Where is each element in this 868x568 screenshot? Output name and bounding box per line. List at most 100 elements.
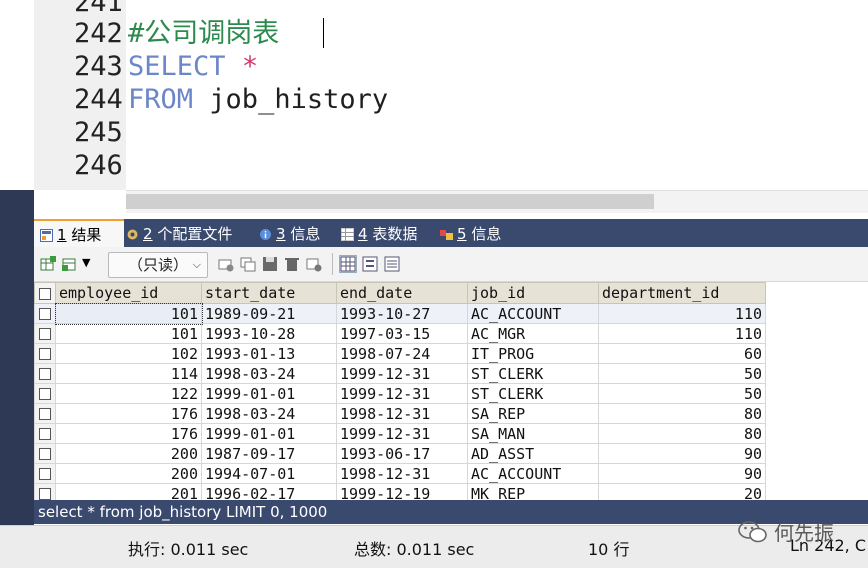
table-cell[interactable]: 114 — [55, 363, 202, 384]
column-header[interactable]: end_date — [336, 282, 468, 304]
row-checkbox[interactable] — [34, 403, 56, 424]
table-cell[interactable]: 1998-12-31 — [336, 463, 468, 484]
table-cell[interactable]: 90 — [598, 463, 766, 484]
column-header[interactable]: job_id — [467, 282, 599, 304]
table-row[interactable]: 200 1987-09-17 1993-06-17 AD_ASST 90 — [34, 443, 766, 464]
table-cell[interactable]: 90 — [598, 443, 766, 464]
checkbox-icon — [39, 328, 51, 340]
table-cell[interactable]: 101 — [54, 302, 203, 325]
table-row[interactable]: 101 1993-10-28 1997-03-15 AC_MGR 110 — [34, 323, 766, 344]
readonly-dropdown[interactable]: （只读） ⌵ — [108, 252, 208, 278]
editor-horizontal-scrollbar[interactable] — [126, 190, 868, 213]
table-cell[interactable]: 1999-12-31 — [336, 383, 468, 404]
delete-icon[interactable] — [284, 256, 300, 272]
table-cell[interactable]: 102 — [55, 343, 202, 364]
text-view-icon[interactable] — [384, 256, 400, 272]
table-row[interactable]: 201 1996-02-17 1999-12-19 MK_REP 20 — [34, 483, 766, 500]
row-checkbox[interactable] — [34, 343, 56, 364]
table-cell[interactable]: 1999-01-01 — [201, 423, 337, 444]
row-checkbox[interactable] — [34, 303, 56, 324]
cancel-changes-icon[interactable] — [306, 256, 322, 272]
table-cell[interactable]: 1999-01-01 — [201, 383, 337, 404]
table-cell[interactable]: AC_ACCOUNT — [467, 463, 599, 484]
tab-info[interactable]: 5 信息 — [440, 221, 501, 247]
table-cell[interactable]: IT_PROG — [467, 343, 599, 364]
table-cell[interactable]: 122 — [55, 383, 202, 404]
column-header[interactable]: start_date — [201, 282, 337, 304]
table-row[interactable]: 114 1998-03-24 1999-12-31 ST_CLERK 50 — [34, 363, 766, 384]
table-cell[interactable]: ST_CLERK — [467, 363, 599, 384]
table-cell[interactable]: 176 — [55, 403, 202, 424]
column-header[interactable]: department_id — [598, 282, 766, 304]
form-view-icon[interactable] — [362, 256, 378, 272]
table-cell[interactable]: 1989-09-21 — [201, 303, 337, 324]
table-cell[interactable]: 200 — [55, 463, 202, 484]
table-cell[interactable]: 1993-10-27 — [336, 303, 468, 324]
table-cell[interactable]: 1998-12-31 — [336, 403, 468, 424]
table-cell[interactable]: 20 — [598, 483, 766, 500]
table-cell[interactable]: 1999-12-31 — [336, 363, 468, 384]
table-cell[interactable]: 101 — [55, 323, 202, 344]
table-cell[interactable]: ST_CLERK — [467, 383, 599, 404]
table-cell[interactable]: SA_REP — [467, 403, 599, 424]
table-cell[interactable]: 50 — [598, 383, 766, 404]
insert-row-icon[interactable] — [218, 256, 234, 272]
table-cell[interactable]: 1998-07-24 — [336, 343, 468, 364]
table-cell[interactable]: 60 — [598, 343, 766, 364]
table-cell[interactable]: 1998-03-24 — [201, 403, 337, 424]
table-cell[interactable]: 80 — [598, 423, 766, 444]
table-cell[interactable]: AC_ACCOUNT — [467, 303, 599, 324]
duplicate-row-icon[interactable] — [240, 256, 256, 272]
save-icon[interactable] — [262, 256, 278, 272]
chevron-down-icon[interactable]: ▼ — [82, 256, 90, 269]
table-cell[interactable]: 1997-03-15 — [336, 323, 468, 344]
table-cell[interactable]: 110 — [598, 303, 766, 324]
table-cell[interactable]: 1993-06-17 — [336, 443, 468, 464]
row-checkbox[interactable] — [34, 363, 56, 384]
table-row[interactable]: 122 1999-01-01 1999-12-31 ST_CLERK 50 — [34, 383, 766, 404]
tab-messages[interactable]: 3 信息 — [259, 221, 320, 247]
table-row[interactable]: 176 1998-03-24 1998-12-31 SA_REP 80 — [34, 403, 766, 424]
table-cell[interactable]: 1996-02-17 — [201, 483, 337, 500]
table-cell[interactable]: 50 — [598, 363, 766, 384]
scrollbar-thumb[interactable] — [126, 194, 654, 209]
table-cell[interactable]: 201 — [55, 483, 202, 500]
info-colored-icon — [440, 230, 453, 240]
table-cell[interactable]: SA_MAN — [467, 423, 599, 444]
table-row[interactable]: 101 1989-09-21 1993-10-27 AC_ACCOUNT 110 — [34, 302, 766, 325]
grid-view-icon[interactable] — [339, 255, 357, 273]
row-checkbox[interactable] — [34, 483, 56, 500]
table-cell[interactable]: 80 — [598, 403, 766, 424]
row-checkbox[interactable] — [34, 463, 56, 484]
sql-editor[interactable]: 241 242 243 244 245 246 #公司调岗表 SELECT * … — [0, 0, 868, 190]
import-grid-icon[interactable] — [62, 256, 78, 272]
result-grid[interactable]: employee_id start_date end_date job_id d… — [34, 282, 868, 500]
column-header[interactable]: employee_id — [55, 282, 202, 304]
row-checkbox[interactable] — [34, 423, 56, 444]
table-cell[interactable]: 1993-10-28 — [201, 323, 337, 344]
table-cell[interactable]: AC_MGR — [467, 323, 599, 344]
table-cell[interactable]: 1993-01-13 — [201, 343, 337, 364]
table-cell[interactable]: 1998-03-24 — [201, 363, 337, 384]
row-checkbox[interactable] — [34, 443, 56, 464]
table-cell[interactable]: 176 — [55, 423, 202, 444]
table-cell[interactable]: 200 — [55, 443, 202, 464]
select-all-checkbox[interactable] — [34, 282, 56, 304]
row-checkbox[interactable] — [34, 323, 56, 344]
table-row[interactable]: 102 1993-01-13 1998-07-24 IT_PROG 60 — [34, 343, 766, 364]
tab-profiles[interactable]: 2 个配置文件 — [126, 221, 232, 247]
table-cell[interactable]: MK_REP — [467, 483, 599, 500]
tab-results[interactable]: 1 结果 — [34, 219, 124, 249]
table-row[interactable]: 200 1994-07-01 1998-12-31 AC_ACCOUNT 90 — [34, 463, 766, 484]
table-cell[interactable]: 110 — [598, 323, 766, 344]
table-row[interactable]: 176 1999-01-01 1999-12-31 SA_MAN 80 — [34, 423, 766, 444]
table-cell[interactable]: 1999-12-31 — [336, 423, 468, 444]
tab-table-data[interactable]: 4 表数据 — [341, 221, 417, 247]
table-cell[interactable]: 1994-07-01 — [201, 463, 337, 484]
table-cell[interactable]: AD_ASST — [467, 443, 599, 464]
export-grid-icon[interactable] — [40, 256, 56, 272]
row-checkbox[interactable] — [34, 383, 56, 404]
table-icon — [341, 228, 354, 241]
table-cell[interactable]: 1987-09-17 — [201, 443, 337, 464]
table-cell[interactable]: 1999-12-19 — [336, 483, 468, 500]
